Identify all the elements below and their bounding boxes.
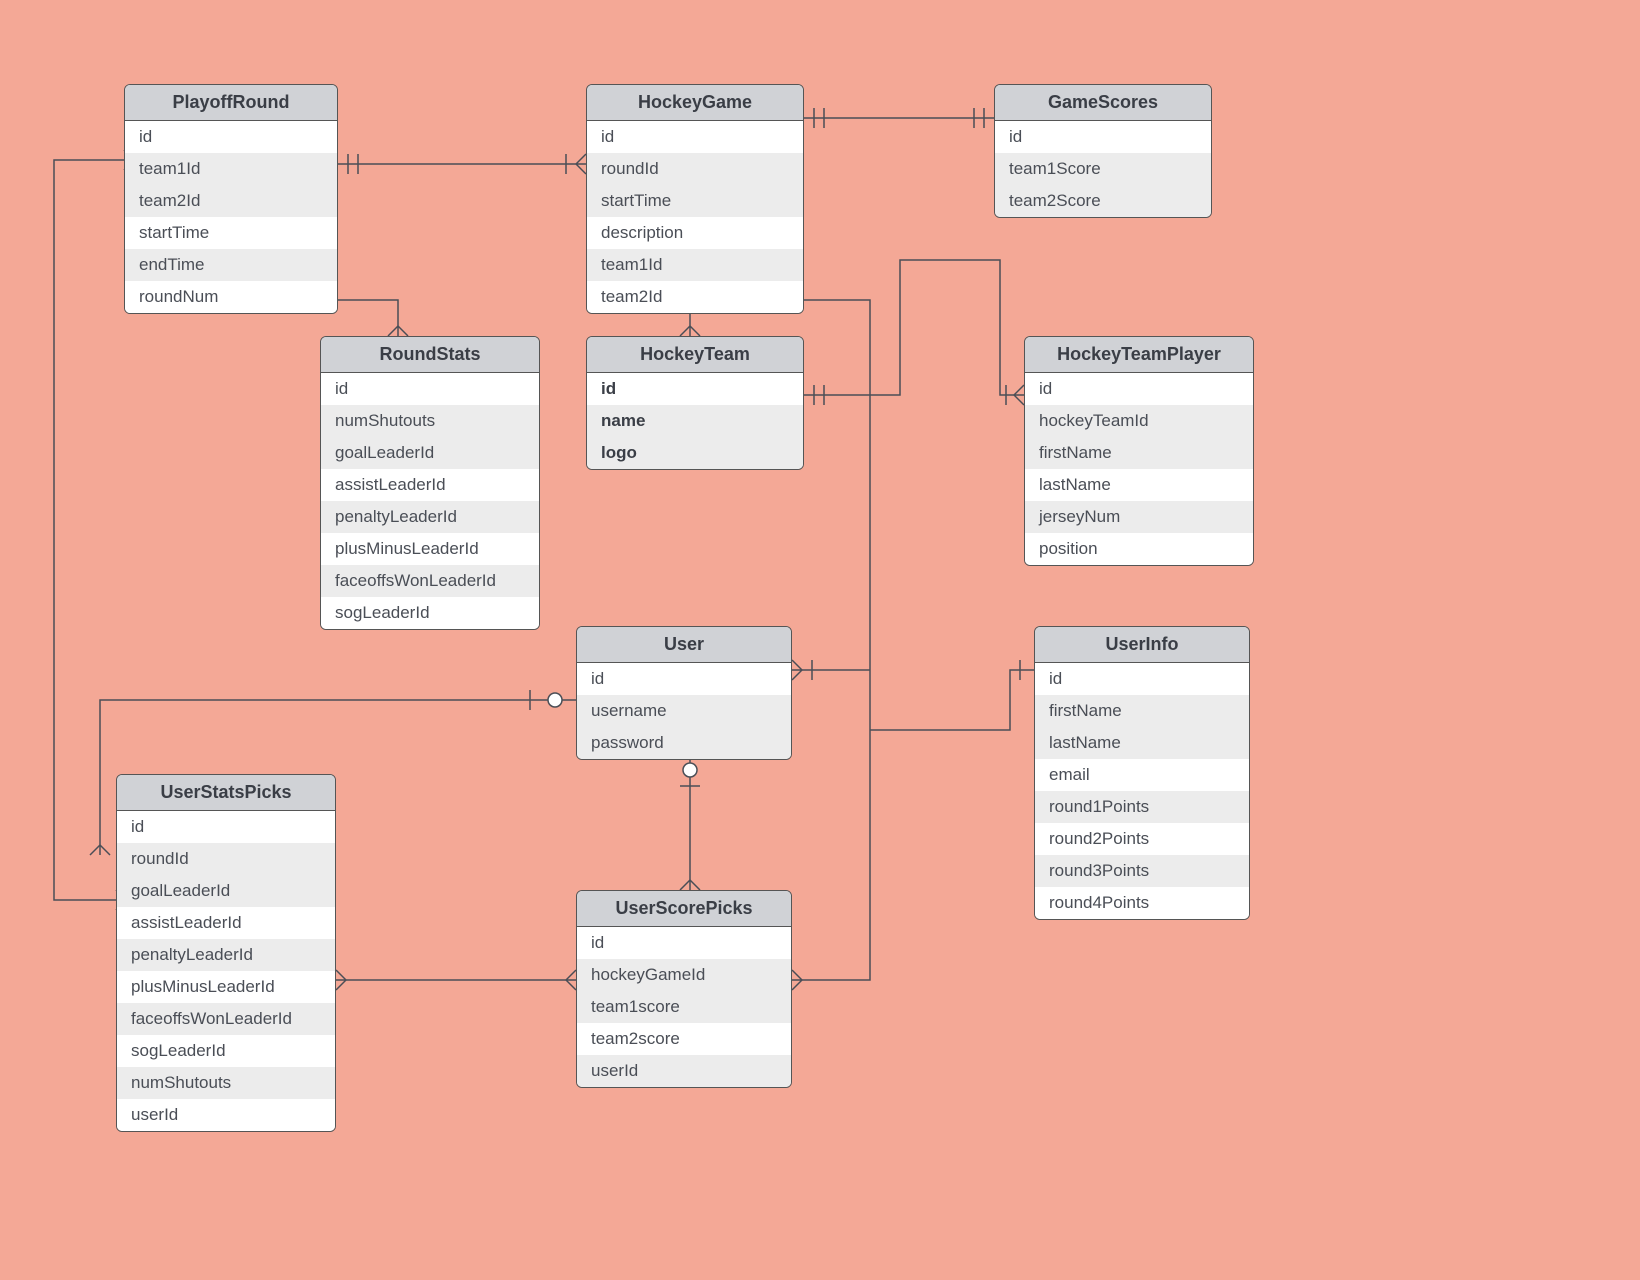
field: id: [995, 121, 1211, 153]
field: team2Id: [125, 185, 337, 217]
field: penaltyLeaderId: [321, 501, 539, 533]
entity-playoffround: PlayoffRound id team1Id team2Id startTim…: [124, 84, 338, 314]
field: team2Score: [995, 185, 1211, 217]
field: sogLeaderId: [321, 597, 539, 629]
field: roundId: [587, 153, 803, 185]
entity-title: UserScorePicks: [577, 891, 791, 927]
field: name: [587, 405, 803, 437]
field: id: [117, 811, 335, 843]
field: endTime: [125, 249, 337, 281]
entity-title: HockeyTeam: [587, 337, 803, 373]
field: description: [587, 217, 803, 249]
field: round3Points: [1035, 855, 1249, 887]
field: position: [1025, 533, 1253, 565]
field: lastName: [1035, 727, 1249, 759]
field: startTime: [125, 217, 337, 249]
field: plusMinusLeaderId: [117, 971, 335, 1003]
entity-user: User id username password: [576, 626, 792, 760]
field: team1Score: [995, 153, 1211, 185]
field: faceoffsWonLeaderId: [321, 565, 539, 597]
entity-userinfo: UserInfo id firstName lastName email rou…: [1034, 626, 1250, 920]
field: logo: [587, 437, 803, 469]
entity-userscorepicks: UserScorePicks id hockeyGameId team1scor…: [576, 890, 792, 1088]
field: numShutouts: [321, 405, 539, 437]
entity-title: UserStatsPicks: [117, 775, 335, 811]
field: firstName: [1035, 695, 1249, 727]
entity-title: HockeyGame: [587, 85, 803, 121]
field: team1score: [577, 991, 791, 1023]
field: email: [1035, 759, 1249, 791]
field: startTime: [587, 185, 803, 217]
field: team1Id: [125, 153, 337, 185]
field: round1Points: [1035, 791, 1249, 823]
field: id: [587, 121, 803, 153]
entity-title: PlayoffRound: [125, 85, 337, 121]
field: firstName: [1025, 437, 1253, 469]
field: roundNum: [125, 281, 337, 313]
field: team1Id: [587, 249, 803, 281]
entity-title: UserInfo: [1035, 627, 1249, 663]
entity-title: HockeyTeamPlayer: [1025, 337, 1253, 373]
entity-title: RoundStats: [321, 337, 539, 373]
field: id: [321, 373, 539, 405]
field: id: [1025, 373, 1253, 405]
field: plusMinusLeaderId: [321, 533, 539, 565]
field: id: [125, 121, 337, 153]
field: round2Points: [1035, 823, 1249, 855]
entity-roundstats: RoundStats id numShutouts goalLeaderId a…: [320, 336, 540, 630]
field: id: [577, 927, 791, 959]
entity-hockeyteam: HockeyTeam id name logo: [586, 336, 804, 470]
field: assistLeaderId: [117, 907, 335, 939]
entity-gamescores: GameScores id team1Score team2Score: [994, 84, 1212, 218]
field: team2score: [577, 1023, 791, 1055]
field: assistLeaderId: [321, 469, 539, 501]
field: username: [577, 695, 791, 727]
field: goalLeaderId: [117, 875, 335, 907]
entity-hockeygame: HockeyGame id roundId startTime descript…: [586, 84, 804, 314]
field: id: [587, 373, 803, 405]
field: sogLeaderId: [117, 1035, 335, 1067]
field: password: [577, 727, 791, 759]
field: round4Points: [1035, 887, 1249, 919]
field: jerseyNum: [1025, 501, 1253, 533]
entity-title: GameScores: [995, 85, 1211, 121]
entity-hockeyteamplayer: HockeyTeamPlayer id hockeyTeamId firstNa…: [1024, 336, 1254, 566]
field: roundId: [117, 843, 335, 875]
field: lastName: [1025, 469, 1253, 501]
field: penaltyLeaderId: [117, 939, 335, 971]
field: goalLeaderId: [321, 437, 539, 469]
field: id: [1035, 663, 1249, 695]
field: userId: [117, 1099, 335, 1131]
field: hockeyGameId: [577, 959, 791, 991]
field: faceoffsWonLeaderId: [117, 1003, 335, 1035]
field: numShutouts: [117, 1067, 335, 1099]
field: userId: [577, 1055, 791, 1087]
entity-title: User: [577, 627, 791, 663]
field: hockeyTeamId: [1025, 405, 1253, 437]
field: team2Id: [587, 281, 803, 313]
field: id: [577, 663, 791, 695]
entity-userstatspicks: UserStatsPicks id roundId goalLeaderId a…: [116, 774, 336, 1132]
